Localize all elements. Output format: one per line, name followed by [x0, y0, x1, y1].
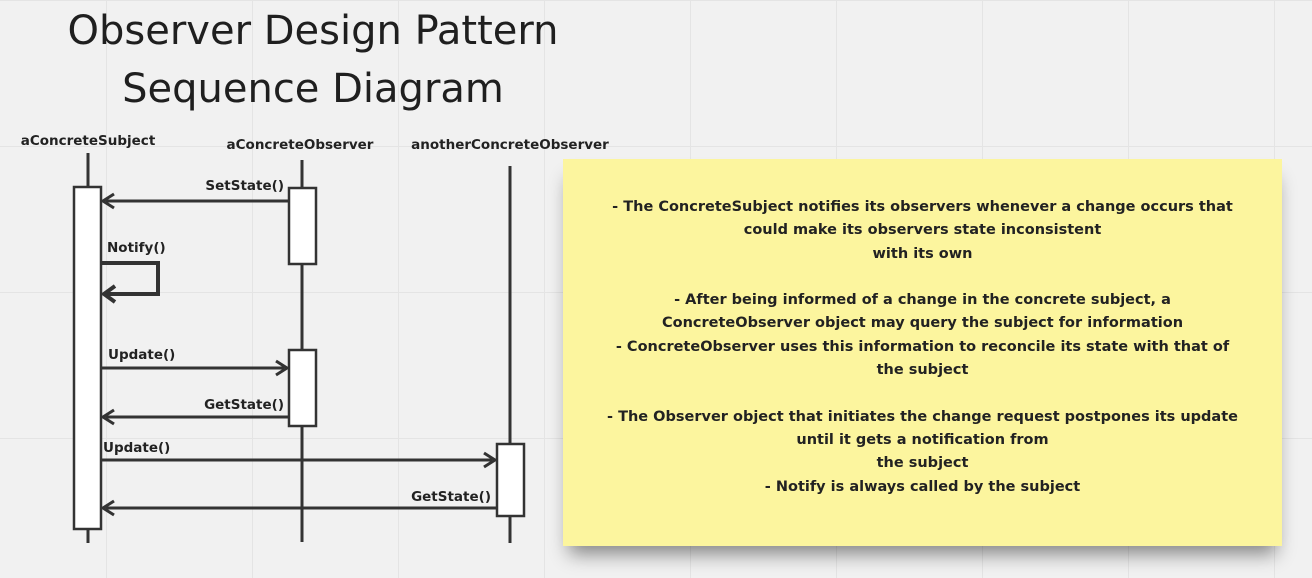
message-label-notify: Notify(): [107, 240, 166, 256]
sticky-note[interactable]: - The ConcreteSubject notifies its obser…: [563, 159, 1282, 546]
note-line: - ConcreteObserver uses this information…: [615, 338, 1230, 355]
message-notify: [100, 261, 160, 304]
note-line: ConcreteObserver object may query the su…: [661, 315, 1184, 332]
note-line: - After being informed of a change in th…: [674, 292, 1171, 309]
participant-label-another-observer: anotherConcreteObserver: [411, 137, 609, 153]
note-line: with its own: [872, 245, 973, 262]
message-label-update-observer: Update(): [108, 347, 175, 363]
activation-subject: [72, 185, 103, 531]
activation-observer-update: [287, 348, 318, 428]
note-line: could make its observers state inconsist…: [743, 222, 1102, 239]
sticky-note-text: - The ConcreteSubject notifies its obser…: [563, 196, 1282, 499]
message-label-setstate: SetState(): [205, 178, 284, 194]
note-line: [563, 382, 1282, 405]
note-line: - Notify is always called by the subject: [764, 478, 1081, 495]
note-line: the subject: [876, 455, 969, 472]
note-line: the subject: [876, 362, 969, 379]
participant-label-subject: aConcreteSubject: [21, 133, 156, 149]
note-line: until it gets a notification from: [796, 431, 1049, 448]
message-update-observer: [101, 359, 290, 377]
message-setstate: [100, 192, 289, 210]
note-line: - The Observer object that initiates the…: [607, 408, 1238, 425]
activation-observer-setstate: [287, 186, 318, 266]
activation-another-observer: [495, 442, 526, 518]
participant-label-observer: aConcreteObserver: [227, 137, 374, 153]
message-label-getstate-another-observer: GetState(): [411, 489, 491, 505]
message-label-getstate-observer: GetState(): [204, 397, 284, 413]
note-line: - The ConcreteSubject notifies its obser…: [612, 199, 1233, 215]
sequence-diagram: aConcreteSubject aConcreteObserver anoth…: [21, 133, 609, 543]
message-label-update-another-observer: Update(): [103, 440, 170, 456]
note-line: [563, 266, 1282, 289]
